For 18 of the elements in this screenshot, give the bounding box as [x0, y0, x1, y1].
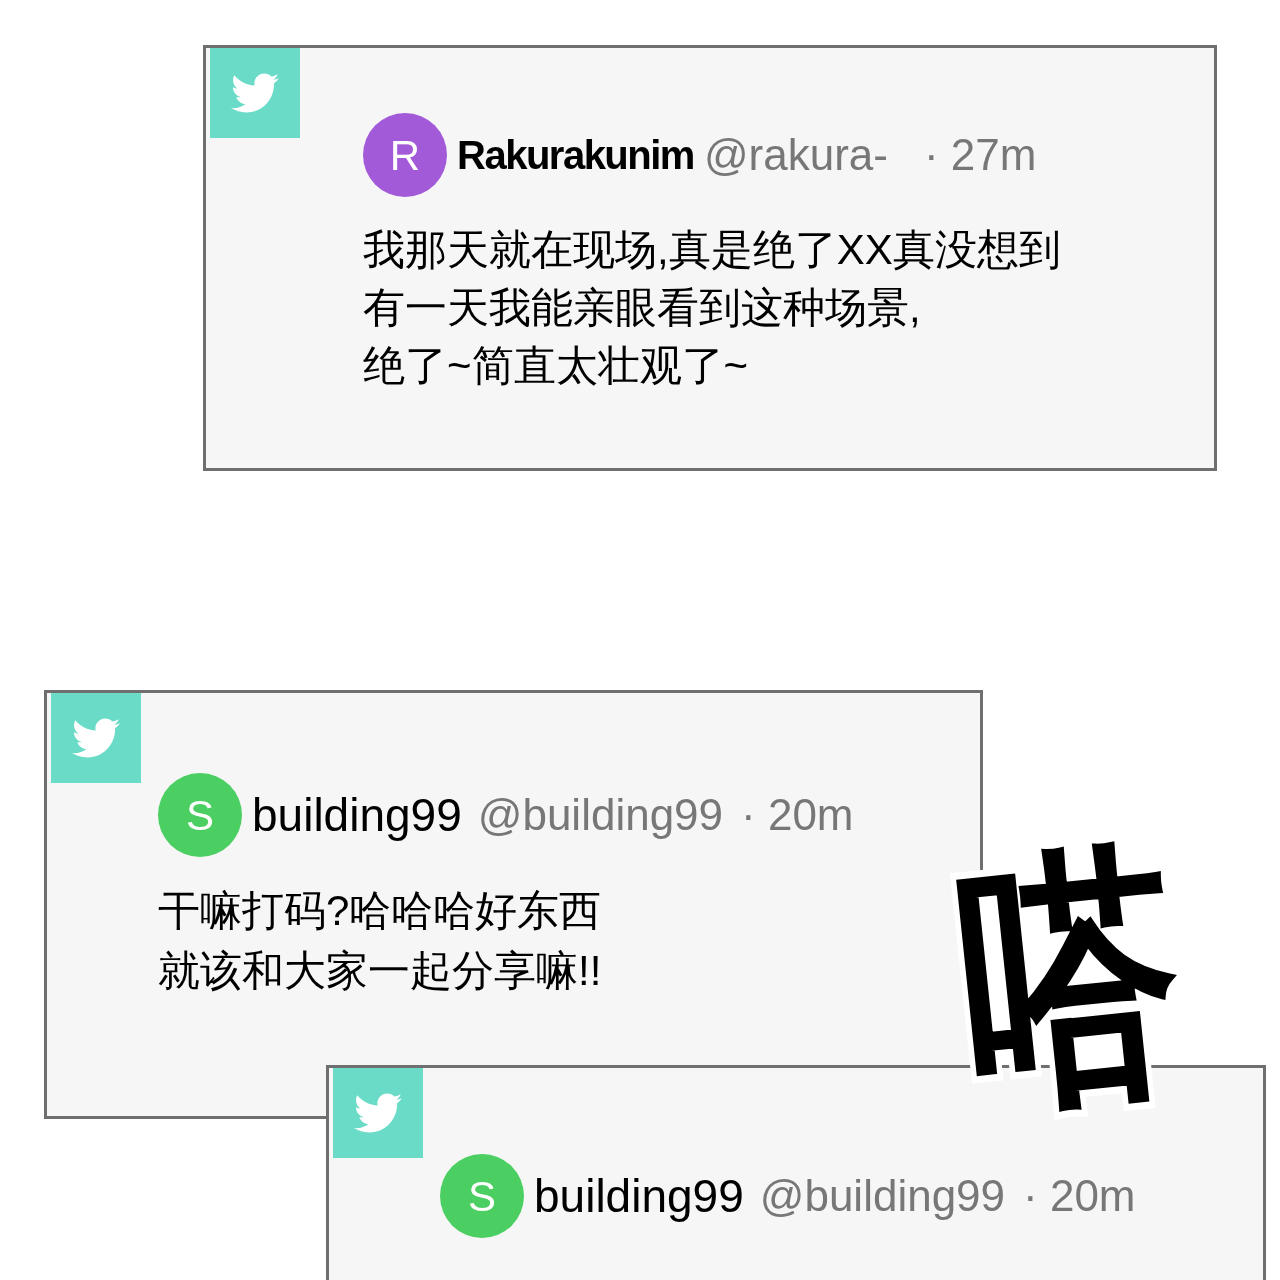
bird-icon — [333, 1068, 423, 1158]
avatar: S — [440, 1154, 524, 1238]
user-handle: @building99 — [477, 789, 724, 841]
post-time: · 27m — [923, 129, 1037, 181]
avatar: R — [363, 113, 447, 197]
user-name: building99 — [534, 1168, 744, 1224]
tweet-text: 我那天就在现场,真是绝了XX真没想到 有一天我能亲眼看到这种场景, 绝了~简直太壮观了~ — [363, 225, 1061, 391]
user-handle: @rakura- — [703, 129, 888, 181]
post-time: · 20m — [741, 789, 854, 841]
user-name: Rakurakunim — [457, 132, 694, 179]
tweet-text: 干嘛打码?哈哈哈好东西 就该和大家一起分享嘛!! — [158, 886, 602, 996]
bird-icon — [210, 48, 300, 138]
avatar: S — [158, 773, 242, 857]
user-name: building99 — [252, 787, 462, 843]
bird-icon — [51, 693, 141, 783]
user-handle: @building99 — [759, 1170, 1006, 1222]
sound-effect-text: 嗒 — [948, 834, 1192, 1126]
post-time: · 20m — [1023, 1170, 1136, 1222]
